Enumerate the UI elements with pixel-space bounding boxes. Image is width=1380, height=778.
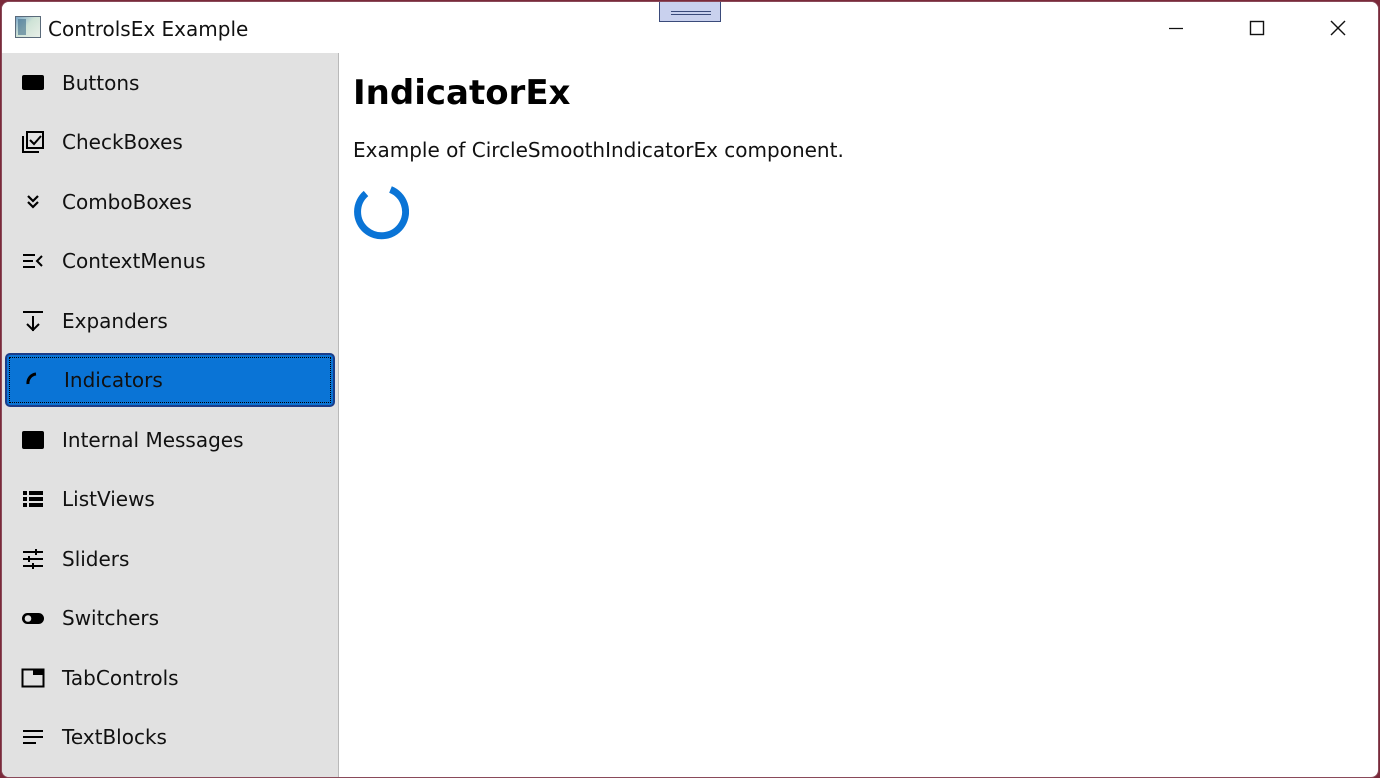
main-content: IndicatorEx Example of CircleSmoothIndic… xyxy=(339,53,1378,777)
sidebar-item-expanders[interactable]: Expanders xyxy=(5,294,335,348)
button-icon xyxy=(21,71,45,95)
maximize-button[interactable] xyxy=(1217,2,1297,53)
sidebar-item-listviews[interactable]: ListViews xyxy=(5,472,335,526)
sidebar-item-label: Internal Messages xyxy=(62,428,244,452)
toggle-switch-icon xyxy=(21,606,45,630)
sidebar-item-label: CheckBoxes xyxy=(62,130,183,154)
context-menu-icon xyxy=(21,249,45,273)
sidebar-item-internal-messages[interactable]: Internal Messages xyxy=(5,413,335,467)
checkbox-icon xyxy=(21,130,45,154)
title-bar[interactable]: ControlsEx Example xyxy=(2,2,1378,53)
minimize-icon xyxy=(1168,20,1184,36)
sidebar-item-sliders[interactable]: Sliders xyxy=(5,532,335,586)
sidebar-nav: Buttons CheckBoxes ComboBoxes ContextMen… xyxy=(2,53,339,777)
sidebar-item-label: Switchers xyxy=(62,606,160,630)
minimize-button[interactable] xyxy=(1136,2,1216,53)
sidebar-item-label: Sliders xyxy=(62,547,130,571)
sidebar-item-label: ContextMenus xyxy=(62,249,206,273)
sidebar-item-tabcontrols[interactable]: TabControls xyxy=(5,651,335,705)
sidebar-item-label: ComboBoxes xyxy=(62,190,192,214)
sidebar-item-label: TabControls xyxy=(62,666,179,690)
message-window-icon xyxy=(21,428,45,452)
sidebar-item-indicators[interactable]: Indicators xyxy=(5,353,335,407)
list-view-icon xyxy=(21,487,45,511)
expander-arrow-icon xyxy=(21,309,45,333)
window-title: ControlsEx Example xyxy=(48,17,249,41)
sidebar-item-label: Indicators xyxy=(64,368,163,392)
indicator-arc-icon xyxy=(23,368,47,392)
double-chevron-down-icon xyxy=(21,190,45,214)
sidebar-item-label: Buttons xyxy=(62,71,140,95)
app-window: ControlsEx Example Buttons CheckBoxes Co… xyxy=(1,1,1379,778)
app-icon xyxy=(15,16,41,38)
sliders-icon xyxy=(21,547,45,571)
sidebar-item-label: Expanders xyxy=(62,309,168,333)
sidebar-item-contextmenus[interactable]: ContextMenus xyxy=(5,234,335,288)
close-icon xyxy=(1330,20,1346,36)
drag-handle-icon[interactable] xyxy=(659,2,721,22)
sidebar-item-textblocks[interactable]: TextBlocks xyxy=(5,710,335,764)
page-description: Example of CircleSmoothIndicatorEx compo… xyxy=(353,138,844,162)
sidebar-item-comboboxes[interactable]: ComboBoxes xyxy=(5,175,335,229)
circle-smooth-indicator xyxy=(353,184,410,240)
sidebar-item-label: ListViews xyxy=(62,487,155,511)
maximize-icon xyxy=(1249,20,1265,36)
sidebar-item-switchers[interactable]: Switchers xyxy=(5,591,335,645)
close-button[interactable] xyxy=(1298,2,1378,53)
text-lines-icon xyxy=(21,725,45,749)
page-title: IndicatorEx xyxy=(353,73,571,113)
tab-icon xyxy=(21,666,45,690)
sidebar-item-checkboxes[interactable]: CheckBoxes xyxy=(5,115,335,169)
sidebar-item-buttons[interactable]: Buttons xyxy=(5,56,335,110)
sidebar-item-label: TextBlocks xyxy=(62,725,167,749)
